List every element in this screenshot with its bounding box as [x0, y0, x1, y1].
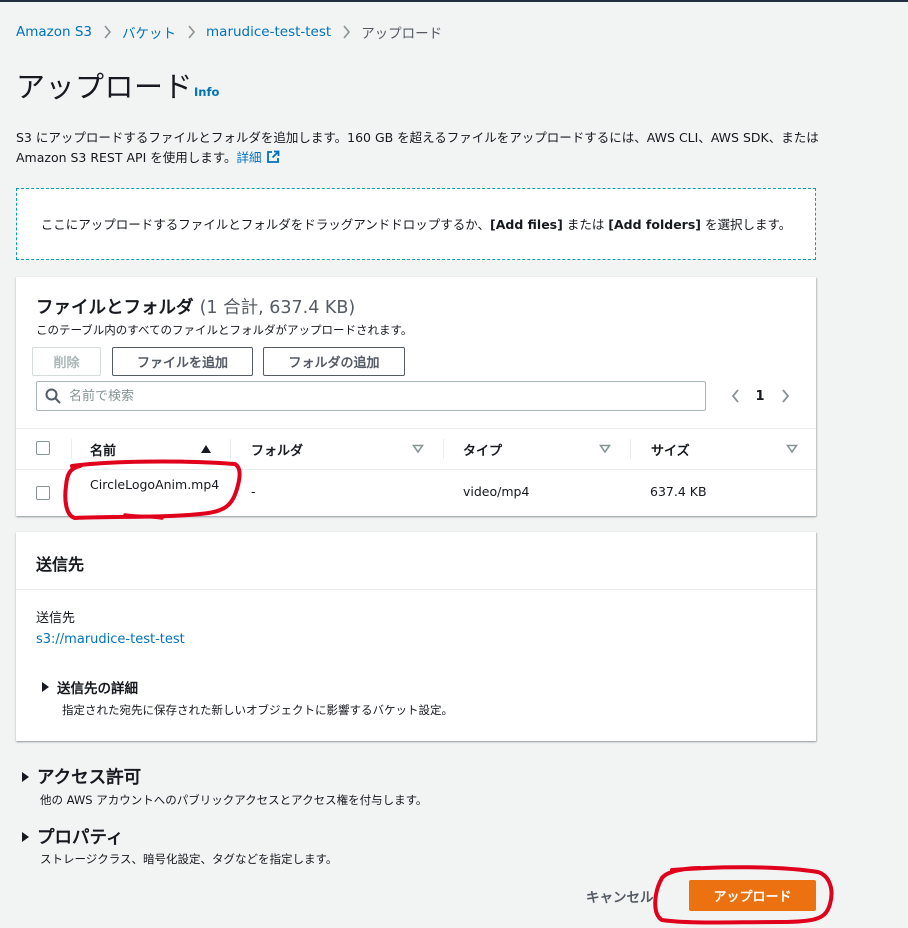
next-page-icon[interactable] — [772, 389, 798, 403]
properties-title: プロパティ — [37, 828, 124, 848]
drop-zone[interactable]: ここにアップロードするファイルとフォルダをドラッグアンドドロップするか、[Add… — [16, 188, 816, 260]
page-title: アップロード — [16, 70, 194, 104]
breadcrumb-bucket[interactable]: marudice-test-test — [206, 24, 331, 40]
add-files-button[interactable]: ファイルを追加 — [112, 347, 253, 376]
column-divider — [230, 439, 231, 459]
file-folder: - — [251, 484, 256, 499]
add-folders-hint: [Add folders] — [608, 216, 701, 232]
cancel-button[interactable]: キャンセル — [586, 886, 654, 906]
external-link-icon — [266, 150, 279, 163]
column-header-size[interactable]: サイズ — [651, 429, 690, 469]
sort-icon[interactable] — [599, 444, 611, 454]
file-type: video/mp4 — [463, 484, 530, 499]
access-permissions-title: アクセス許可 — [37, 768, 142, 788]
access-permissions-toggle[interactable]: アクセス許可 — [22, 764, 141, 789]
sort-icon[interactable] — [786, 444, 798, 454]
destination-panel: 送信先 送信先 s3://marudice-test-test 送信先の詳細 指… — [16, 532, 816, 741]
chevron-right-icon — [92, 25, 122, 39]
table-row[interactable]: CircleLogoAnim.mp4 - video/mp4 637.4 KB — [16, 470, 816, 516]
caret-right-icon — [22, 771, 29, 782]
previous-page-icon[interactable] — [722, 389, 748, 403]
upload-button[interactable]: アップロード — [689, 880, 816, 911]
column-divider — [443, 439, 444, 459]
access-permissions-desc: 他の AWS アカウントへのパブリックアクセスとアクセス権を付与します。 — [40, 793, 428, 807]
properties-toggle[interactable]: プロパティ — [22, 824, 123, 849]
drop-zone-text-before: ここにアップロードするファイルとフォルダをドラッグアンドドロップするか、 — [40, 216, 491, 232]
info-link[interactable]: Info — [194, 85, 219, 99]
caret-right-icon — [22, 831, 29, 842]
search-box[interactable] — [36, 381, 706, 411]
breadcrumb-amazon-s3[interactable]: Amazon S3 — [16, 24, 92, 40]
page-description: S3 にアップロードするファイルとフォルダを追加します。160 GB を超えるフ… — [16, 128, 836, 168]
select-all-checkbox[interactable] — [36, 441, 50, 455]
sort-icon[interactable] — [412, 444, 424, 454]
destination-label: 送信先 — [36, 611, 76, 626]
files-panel-title-text: ファイルとフォルダ — [36, 298, 194, 318]
row-checkbox[interactable] — [36, 486, 50, 500]
destination-details-desc: 指定された宛先に保存された新しいオブジェクトに影響するバケット設定。 — [62, 703, 453, 717]
chevron-right-icon — [176, 25, 206, 39]
pagination: 1 — [722, 385, 798, 407]
properties-desc: ストレージクラス、暗号化設定、タグなどを指定します。 — [40, 852, 338, 866]
breadcrumb-buckets[interactable]: バケット — [122, 22, 176, 42]
breadcrumb-current: アップロード — [361, 26, 443, 42]
description-text: S3 にアップロードするファイルとフォルダを追加します。160 GB を超えるフ… — [16, 130, 819, 165]
table-header: 名前 フォルダ タイプ サイズ — [16, 428, 816, 470]
learn-more-link[interactable]: 詳細 — [236, 150, 279, 165]
drop-zone-text: ここにアップロードするファイルとフォルダをドラッグアンドドロップするか、[Add… — [41, 214, 791, 235]
column-header-type[interactable]: タイプ — [463, 429, 502, 469]
column-header-folder[interactable]: フォルダ — [251, 429, 303, 469]
caret-right-icon — [42, 682, 49, 692]
column-divider — [630, 439, 631, 459]
breadcrumb: Amazon S3 バケット marudice-test-test アップロード — [16, 22, 442, 42]
search-icon — [45, 388, 61, 404]
learn-more-label: 詳細 — [236, 150, 262, 165]
delete-button[interactable]: 削除 — [32, 347, 101, 376]
files-count: (1 合計, 637.4 KB) — [199, 298, 356, 318]
destination-header: 送信先 — [16, 532, 816, 590]
files-panel-subtitle: このテーブル内のすべてのファイルとフォルダがアップロードされます。 — [36, 323, 413, 337]
destination-title: 送信先 — [36, 555, 85, 574]
chevron-right-icon — [331, 25, 361, 39]
add-folder-button[interactable]: フォルダの追加 — [263, 347, 405, 376]
drop-zone-text-after: を選択します。 — [701, 216, 792, 232]
search-input[interactable] — [69, 388, 705, 404]
drop-zone-text-middle: または — [562, 216, 609, 232]
top-border — [0, 0, 908, 2]
column-divider — [71, 439, 72, 459]
destination-details-title: 送信先の詳細 — [57, 681, 138, 697]
files-panel-title: ファイルとフォルダ (1 合計, 637.4 KB) — [36, 294, 355, 319]
column-header-name[interactable]: 名前 — [90, 429, 116, 469]
destination-path-link[interactable]: s3://marudice-test-test — [36, 632, 185, 647]
sort-ascending-icon[interactable] — [200, 444, 212, 454]
files-and-folders-panel: ファイルとフォルダ (1 合計, 637.4 KB) このテーブル内のすべてのフ… — [16, 277, 816, 516]
file-size: 637.4 KB — [650, 484, 707, 499]
file-name: CircleLogoAnim.mp4 — [90, 477, 220, 492]
add-files-hint: [Add files] — [490, 216, 563, 232]
current-page[interactable]: 1 — [748, 389, 772, 404]
destination-details-toggle[interactable]: 送信先の詳細 — [42, 677, 138, 697]
